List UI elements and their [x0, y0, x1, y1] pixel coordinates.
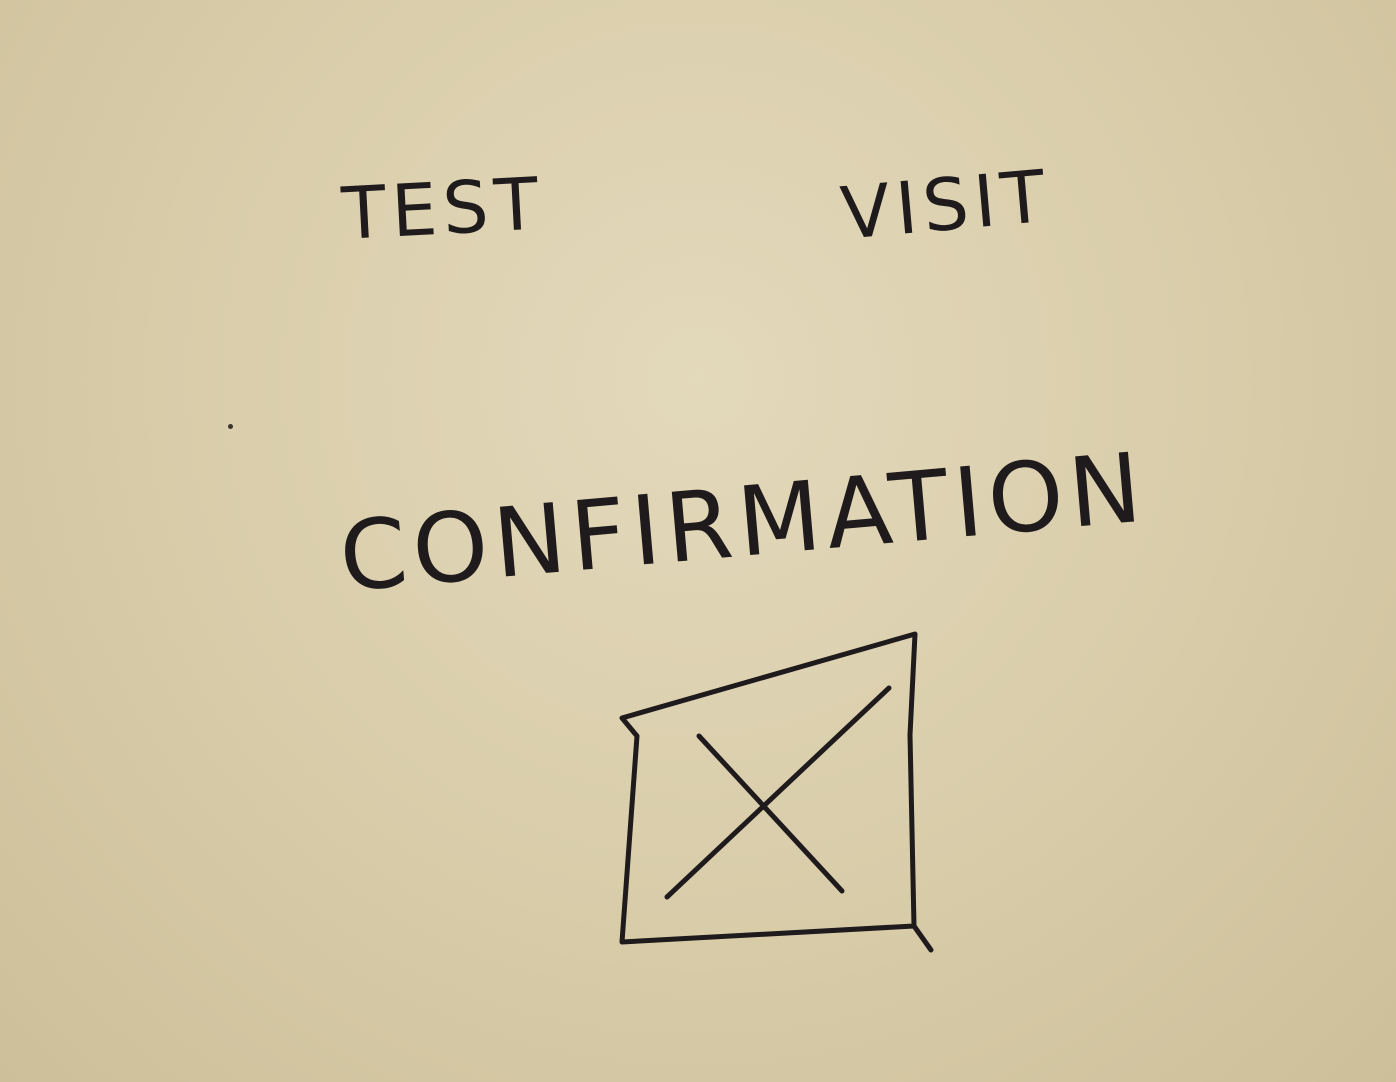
- pen-mark: [228, 424, 233, 429]
- confirmation-heading: CONFIRMATION: [335, 431, 1152, 614]
- paper-sketch: TEST VISIT CONFIRMATION: [0, 0, 1396, 1082]
- test-label: TEST: [339, 161, 547, 256]
- visit-label: VISIT: [837, 153, 1055, 256]
- placeholder-cross-line-1: [696, 733, 845, 894]
- placeholder-box-outline: [619, 631, 934, 953]
- placeholder-cross-line-2: [664, 685, 892, 900]
